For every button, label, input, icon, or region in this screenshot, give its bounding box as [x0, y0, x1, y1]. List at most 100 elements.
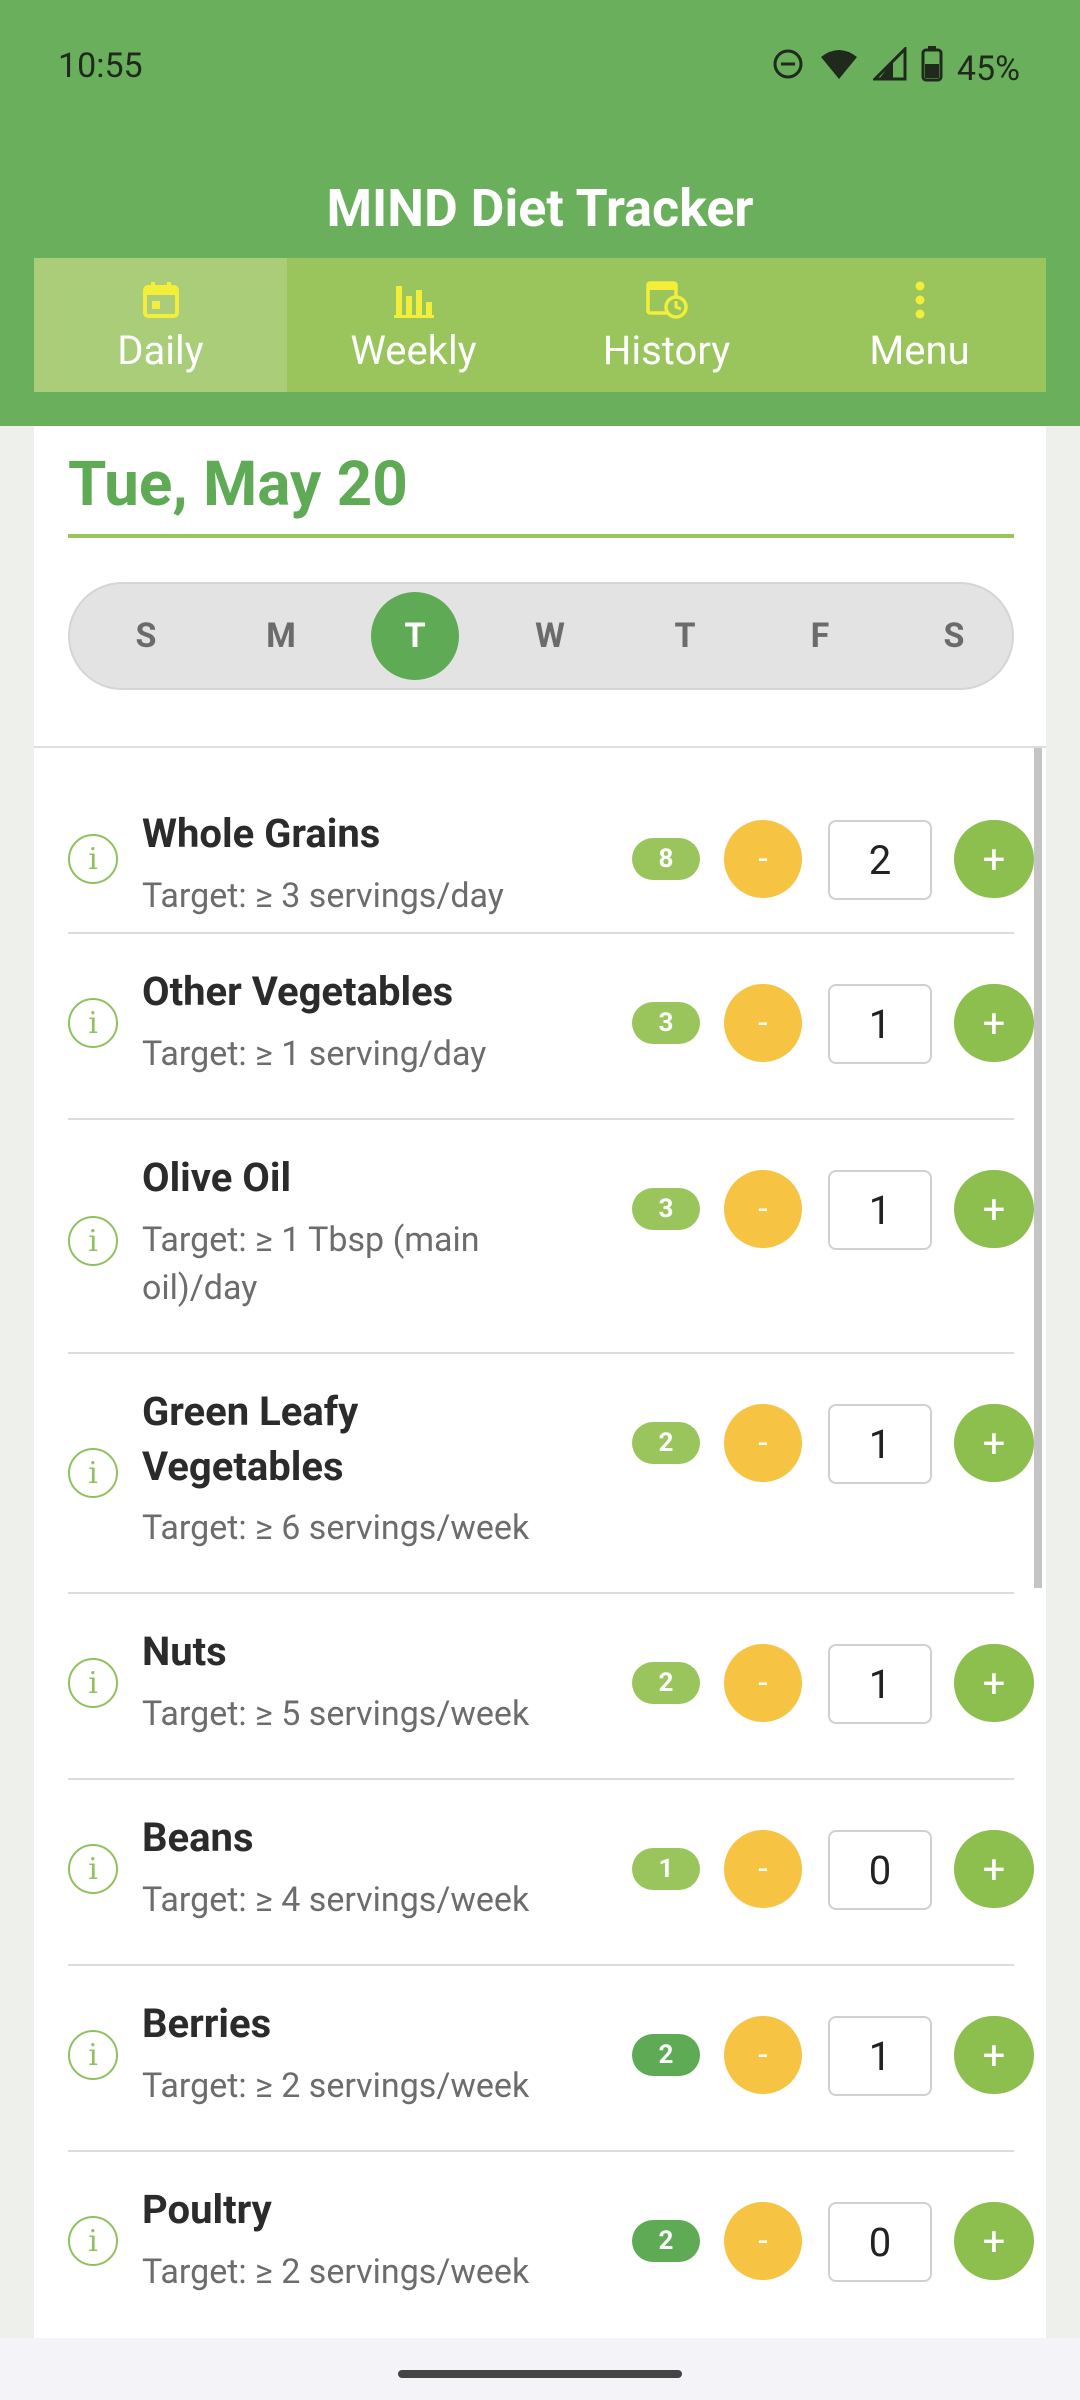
increment-button[interactable]: +	[954, 1170, 1034, 1248]
app-title: MIND Diet Tracker	[326, 178, 754, 239]
info-icon[interactable]: i	[68, 2216, 118, 2266]
food-row-nuts: i Nuts Target: ≥ 5 servings/week 2 - 1 +	[68, 1594, 1034, 1780]
food-target: Target: ≥ 4 servings/week	[142, 1880, 530, 1920]
do-not-disturb-icon	[771, 47, 805, 90]
increment-button[interactable]: +	[954, 2016, 1034, 2094]
quantity-field[interactable]: 1	[828, 1644, 932, 1724]
food-name: Beans	[142, 1814, 254, 1861]
decrement-button[interactable]: -	[724, 1644, 802, 1722]
food-name: Olive Oil	[142, 1154, 292, 1201]
day-friday[interactable]: F	[776, 592, 864, 680]
battery-icon	[921, 46, 943, 91]
streak-badge: 2	[632, 2220, 700, 2262]
app-header: 10:55 45% MIND Diet Tracker Daily Weekly…	[0, 0, 1080, 426]
scrollbar[interactable]	[1034, 748, 1042, 1588]
tab-weekly[interactable]: Weekly	[287, 258, 540, 392]
food-row-whole-grains: i Whole Grains Target: ≥ 3 servings/day …	[68, 748, 1034, 934]
info-icon[interactable]: i	[68, 1216, 118, 1266]
streak-badge: 8	[632, 838, 700, 880]
day-tuesday[interactable]: T	[371, 592, 459, 680]
streak-badge: 2	[632, 1422, 700, 1464]
info-icon[interactable]: i	[68, 2030, 118, 2080]
streak-badge: 3	[632, 1002, 700, 1044]
tab-bar: Daily Weekly History Menu	[34, 258, 1046, 392]
food-row-berries: i Berries Target: ≥ 2 servings/week 2 - …	[68, 1966, 1034, 2152]
food-name: Whole Grains	[142, 810, 381, 857]
daily-card: Tue, May 20 S M T W T F S i Whole Grains…	[34, 426, 1046, 2338]
tab-history-label: History	[602, 326, 731, 374]
info-icon[interactable]: i	[68, 998, 118, 1048]
tab-menu[interactable]: Menu	[793, 258, 1046, 392]
food-name: Nuts	[142, 1628, 227, 1675]
day-sunday[interactable]: S	[102, 592, 190, 680]
quantity-field[interactable]: 0	[828, 2202, 932, 2282]
food-name: Berries	[142, 2000, 272, 2047]
increment-button[interactable]: +	[954, 984, 1034, 1062]
tab-weekly-label: Weekly	[350, 326, 477, 374]
quantity-field[interactable]: 1	[828, 2016, 932, 2096]
more-vert-icon	[914, 277, 926, 323]
decrement-button[interactable]: -	[724, 2016, 802, 2094]
streak-badge: 2	[632, 2034, 700, 2076]
food-target: Target: ≥ 1 serving/day	[142, 1034, 487, 1074]
status-icons: 45%	[771, 45, 1020, 91]
food-name: Other Vegetables	[142, 968, 454, 1015]
week-day-selector: S M T W T F S	[68, 582, 1014, 690]
food-target: Target: ≥ 6 servings/week	[142, 1508, 530, 1548]
food-row-other-vegetables: i Other Vegetables Target: ≥ 1 serving/d…	[68, 934, 1034, 1120]
decrement-button[interactable]: -	[724, 1170, 802, 1248]
quantity-field[interactable]: 1	[828, 1170, 932, 1250]
calendar-icon	[141, 277, 181, 323]
day-saturday[interactable]: S	[910, 592, 998, 680]
info-icon[interactable]: i	[68, 1844, 118, 1894]
food-row-olive-oil: i Olive Oil Target: ≥ 1 Tbsp (main oil)/…	[68, 1120, 1034, 1354]
decrement-button[interactable]: -	[724, 984, 802, 1062]
decrement-button[interactable]: -	[724, 1830, 802, 1908]
info-icon[interactable]: i	[68, 1658, 118, 1708]
history-icon	[645, 277, 689, 323]
day-monday[interactable]: M	[237, 592, 325, 680]
tab-history[interactable]: History	[540, 258, 793, 392]
food-target: Target: ≥ 1 Tbsp (main oil)/day	[142, 1220, 480, 1308]
decrement-button[interactable]: -	[724, 820, 802, 898]
quantity-field[interactable]: 1	[828, 1404, 932, 1484]
streak-badge: 2	[632, 1662, 700, 1704]
food-target: Target: ≥ 5 servings/week	[142, 1694, 530, 1734]
tab-daily-label: Daily	[117, 326, 204, 374]
battery-percent: 45%	[956, 48, 1020, 89]
info-icon[interactable]: i	[68, 834, 118, 884]
decrement-button[interactable]: -	[724, 2202, 802, 2280]
quantity-field[interactable]: 2	[828, 820, 932, 900]
food-target: Target: ≥ 2 servings/week	[142, 2252, 530, 2292]
increment-button[interactable]: +	[954, 1830, 1034, 1908]
bar-chart-icon	[392, 277, 436, 323]
increment-button[interactable]: +	[954, 2202, 1034, 2280]
home-indicator[interactable]	[398, 2370, 682, 2378]
system-nav-bar	[0, 2338, 1080, 2400]
food-row-green-leafy-vegetables: i Green Leafy Vegetables Target: ≥ 6 ser…	[68, 1354, 1034, 1594]
streak-badge: 3	[632, 1188, 700, 1230]
day-wednesday[interactable]: W	[506, 592, 594, 680]
increment-button[interactable]: +	[954, 1404, 1034, 1482]
date-underline	[68, 534, 1014, 538]
food-row-poultry: i Poultry Target: ≥ 2 servings/week 2 - …	[68, 2152, 1034, 2338]
status-bar: 10:55 45%	[0, 0, 1080, 134]
food-target: Target: ≥ 3 servings/day	[142, 876, 504, 916]
increment-button[interactable]: +	[954, 1644, 1034, 1722]
streak-badge: 1	[632, 1848, 700, 1890]
tab-daily[interactable]: Daily	[34, 258, 287, 392]
info-icon[interactable]: i	[68, 1448, 118, 1498]
status-time: 10:55	[58, 46, 143, 86]
decrement-button[interactable]: -	[724, 1404, 802, 1482]
increment-button[interactable]: +	[954, 820, 1034, 898]
wifi-icon	[819, 47, 859, 90]
quantity-field[interactable]: 0	[828, 1830, 932, 1910]
food-target: Target: ≥ 2 servings/week	[142, 2066, 530, 2106]
quantity-field[interactable]: 1	[828, 984, 932, 1064]
date-title: Tue, May 20	[68, 448, 408, 521]
cell-signal-icon	[871, 45, 907, 90]
day-thursday[interactable]: T	[641, 592, 729, 680]
food-name: Poultry	[142, 2186, 272, 2233]
food-row-beans: i Beans Target: ≥ 4 servings/week 1 - 0 …	[68, 1780, 1034, 1966]
food-name: Green Leafy Vegetables	[142, 1388, 359, 1490]
